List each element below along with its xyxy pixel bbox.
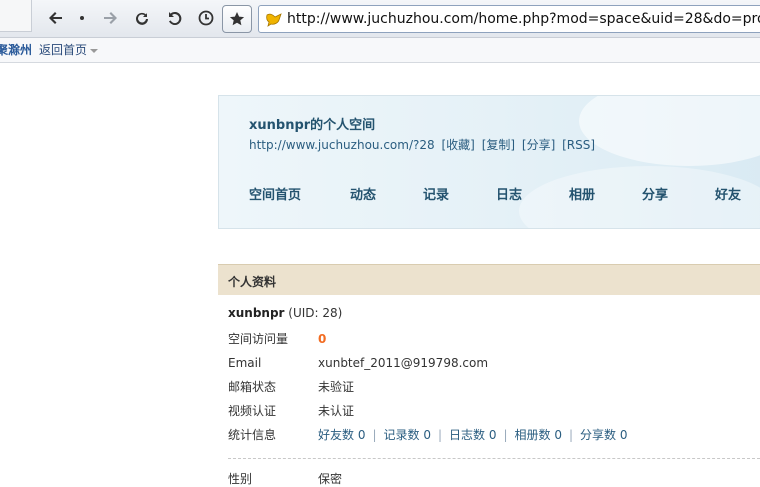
share-link[interactable]: [分享] (522, 138, 555, 152)
profile-section-title: 个人资料 (228, 275, 277, 289)
email-value: xunbtef_2011@919798.com (318, 356, 489, 370)
page-content: xunbnpr的个人空间 http://www.juchuzhou.com/?2… (0, 64, 760, 486)
chevron-down-icon[interactable] (90, 48, 99, 53)
nav-space-home[interactable]: 空间首页 (249, 184, 301, 203)
space-title[interactable]: xunbnpr的个人空间 (249, 114, 375, 133)
visits-value: 0 (318, 332, 327, 346)
bookmark-home-label: 返回首页 (39, 43, 88, 57)
stat-separator: | (503, 428, 508, 442)
nav-share[interactable]: 分享 (642, 184, 668, 203)
address-bar[interactable]: http://www.juchuzhou.com/home.php?mod=sp… (258, 5, 760, 33)
section-divider (228, 458, 760, 459)
stat-separator: | (437, 428, 442, 442)
stat-friends-link[interactable]: 好友数 0 (318, 428, 365, 442)
site-favicon-icon (266, 13, 282, 27)
profile-panel-header: 个人资料 (218, 264, 760, 295)
space-links: http://www.juchuzhou.com/?28 [收藏] [复制] [… (249, 136, 598, 153)
dot-icon (70, 6, 94, 30)
username-row: xunbnpr (UID: 28) (228, 305, 342, 321)
copy-link[interactable]: [复制] (482, 138, 515, 152)
uid-text: (UID: 28) (288, 306, 343, 320)
nav-blog[interactable]: 日志 (496, 184, 522, 203)
favorite-star-button[interactable] (222, 5, 252, 33)
stat-separator: | (568, 428, 573, 442)
space-url-link[interactable]: http://www.juchuzhou.com/?28 (249, 138, 435, 152)
back-icon[interactable] (44, 6, 68, 30)
email-status-value: 未验证 (318, 380, 355, 394)
stat-albums-link[interactable]: 相册数 0 (515, 428, 562, 442)
nav-records[interactable]: 记录 (423, 184, 449, 203)
space-header: xunbnpr的个人空间 http://www.juchuzhou.com/?2… (218, 95, 760, 229)
browser-app-icon[interactable] (0, 0, 32, 32)
email-status-label: 邮箱状态 (228, 380, 277, 394)
forward-icon[interactable] (98, 6, 122, 30)
video-verify-value: 未认证 (318, 404, 355, 418)
gender-label: 性别 (228, 472, 253, 486)
bookmark-juchuzhou[interactable]: 聚滁州 (0, 38, 32, 62)
cloud-decoration (579, 96, 760, 166)
username: xunbnpr (228, 306, 285, 320)
nav-feed[interactable]: 动态 (350, 184, 376, 203)
refresh-icon[interactable] (130, 6, 154, 30)
favorite-link[interactable]: [收藏] (441, 138, 474, 152)
star-icon (229, 12, 245, 26)
gender-value: 保密 (318, 472, 343, 486)
browser-toolbar: http://www.juchuzhou.com/home.php?mod=sp… (0, 0, 760, 38)
stat-records-link[interactable]: 记录数 0 (384, 428, 431, 442)
video-verify-label: 视频认证 (228, 404, 277, 418)
nav-album[interactable]: 相册 (569, 184, 595, 203)
email-label: Email (228, 356, 262, 370)
rss-link[interactable]: [RSS] (562, 138, 595, 152)
url-text[interactable]: http://www.juchuzhou.com/home.php?mod=sp… (287, 6, 760, 32)
stats-label: 统计信息 (228, 428, 277, 442)
bookmark-home[interactable]: 返回首页 (39, 38, 99, 62)
nav-friends[interactable]: 好友 (715, 184, 741, 203)
stats-values: 好友数 0 | 记录数 0 | 日志数 0 | 相册数 0 | 分享数 0 (318, 427, 627, 443)
bookmarks-bar: 聚滁州 返回首页 (0, 38, 760, 63)
history-clock-icon[interactable] (194, 6, 218, 30)
stat-separator: | (372, 428, 377, 442)
stat-shares-link[interactable]: 分享数 0 (580, 428, 627, 442)
undo-icon[interactable] (162, 6, 186, 30)
visits-label: 空间访问量 (228, 332, 289, 346)
stat-blogs-link[interactable]: 日志数 0 (449, 428, 496, 442)
